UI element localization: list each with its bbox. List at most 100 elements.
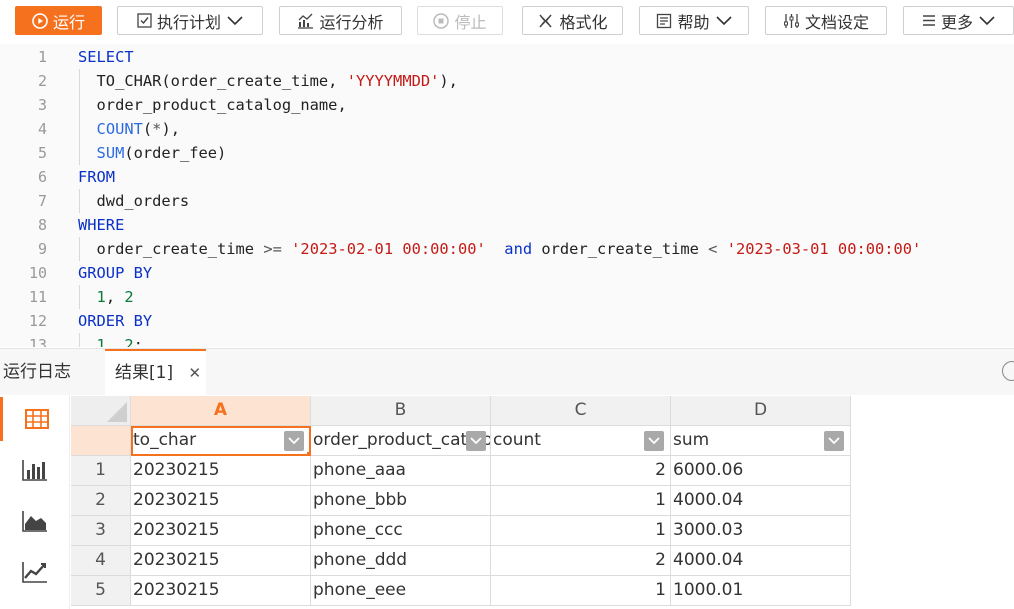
row-number[interactable]: 3	[71, 516, 131, 546]
sql-editor[interactable]: 1 2 3 4 5 6 7 8 9 10 11 12 13 SELECT TO_…	[0, 44, 1014, 347]
dropdown-icon[interactable]	[284, 431, 304, 451]
close-icon[interactable]: ✕	[189, 364, 202, 382]
table-cell[interactable]: phone_bbb	[311, 486, 491, 516]
line-number: 9	[37, 240, 47, 258]
table-cell[interactable]: 3000.03	[671, 516, 851, 546]
tab-run-log-label: 运行日志	[3, 362, 71, 382]
run-button[interactable]: 运行	[15, 6, 102, 35]
table-cell[interactable]: 20230215	[131, 576, 311, 606]
row-number[interactable]: 5	[71, 576, 131, 606]
table-view-icon[interactable]	[0, 397, 70, 441]
line-number: 11	[28, 288, 47, 306]
column-header-c[interactable]: C	[491, 396, 671, 426]
stop-icon	[433, 12, 450, 29]
table-cell[interactable]: phone_ccc	[311, 516, 491, 546]
line-number: 3	[37, 96, 47, 114]
grid-corner[interactable]	[71, 396, 131, 426]
code-line: WHERE	[78, 216, 125, 234]
line-number: 7	[37, 192, 47, 210]
format-label: 格式化	[559, 12, 608, 32]
menu-icon	[922, 14, 936, 27]
table-cell[interactable]: 20230215	[131, 486, 311, 516]
stop-label: 停止	[454, 12, 487, 32]
more-button[interactable]: 更多	[903, 6, 1014, 35]
field-cell-count[interactable]: count	[491, 426, 671, 456]
table-cell[interactable]: 20230215	[131, 516, 311, 546]
doc-settings-label: 文档设定	[804, 12, 869, 32]
line-number: 13	[28, 336, 47, 347]
bar-chart-icon[interactable]	[0, 448, 70, 492]
table-cell[interactable]: 1	[491, 486, 671, 516]
table-cell[interactable]: 20230215	[131, 456, 311, 486]
code-line: FROM	[78, 168, 116, 186]
tab-run-log[interactable]: 运行日志	[3, 349, 98, 396]
code-line: SUM(order_fee)	[96, 144, 227, 162]
area-chart-icon[interactable]	[0, 499, 70, 543]
field-name: order_product_catalog_name	[313, 430, 490, 450]
chevron-down-icon	[979, 15, 995, 26]
line-chart-icon[interactable]	[0, 550, 70, 594]
row-number[interactable]: 4	[71, 546, 131, 576]
code-line: SELECT	[78, 48, 134, 66]
code-line: dwd_orders	[78, 192, 190, 210]
help-button[interactable]: 帮助	[639, 6, 749, 35]
table-cell[interactable]: 20230215	[131, 546, 311, 576]
code-line: 1, 2	[96, 288, 134, 306]
code-line: order_product_catalog_name,	[78, 96, 347, 114]
dropdown-icon[interactable]	[644, 431, 664, 451]
row-number[interactable]: 2	[71, 486, 131, 516]
execution-plan-button[interactable]: 执行计划	[117, 6, 263, 35]
stop-button[interactable]: 停止	[417, 6, 503, 35]
line-number: 12	[28, 312, 47, 330]
tab-result-1[interactable]: 结果[1] ✕	[105, 349, 206, 396]
field-cell-catalog[interactable]: order_product_catalog_name	[311, 426, 491, 456]
table-cell[interactable]: 4000.04	[671, 546, 851, 576]
table-cell[interactable]: 4000.04	[671, 486, 851, 516]
dropdown-icon[interactable]	[466, 431, 486, 451]
field-cell-sum[interactable]: sum	[671, 426, 851, 456]
field-cell-to-char[interactable]: to_char	[131, 426, 311, 456]
help-label: 帮助	[677, 12, 710, 32]
code-line: TO_CHAR(order_create_time, 'YYYYMMDD'),	[78, 72, 458, 90]
field-row-header	[71, 426, 131, 456]
line-number: 8	[37, 216, 47, 234]
execution-plan-label: 执行计划	[156, 12, 221, 32]
column-header-d[interactable]: D	[671, 396, 851, 426]
field-name: count	[493, 430, 541, 450]
table-cell[interactable]: phone_aaa	[311, 456, 491, 486]
code-line: GROUP BY	[78, 264, 153, 282]
more-label: 更多	[940, 12, 973, 32]
column-header-b[interactable]: B	[311, 396, 491, 426]
toolbar: 运行 执行计划 运行分析 停止 格式化 帮助 文档设定 更多	[0, 0, 1014, 42]
code-line: ORDER BY	[78, 312, 153, 330]
run-analysis-button[interactable]: 运行分析	[279, 6, 402, 35]
column-header-a[interactable]: A	[131, 396, 311, 426]
checkbox-icon	[137, 13, 152, 28]
dropdown-icon[interactable]	[824, 431, 844, 451]
code-line: COUNT(*),	[96, 120, 180, 138]
run-label: 运行	[52, 12, 85, 32]
field-name: sum	[673, 430, 710, 450]
code-line: 1, 2;	[96, 336, 143, 347]
format-icon	[537, 13, 554, 29]
chevron-down-icon	[227, 15, 243, 26]
table-cell[interactable]: 6000.06	[671, 456, 851, 486]
table-cell[interactable]: phone_ddd	[311, 546, 491, 576]
doc-settings-button[interactable]: 文档设定	[765, 6, 887, 35]
row-number[interactable]: 1	[71, 456, 131, 486]
table-cell[interactable]: 2	[491, 546, 671, 576]
analysis-chart-icon	[297, 13, 314, 29]
table-cell[interactable]: 1000.01	[671, 576, 851, 606]
result-tab-bar: 运行日志 结果[1] ✕	[0, 348, 1014, 396]
chevron-down-icon	[715, 15, 732, 26]
table-cell[interactable]: 1	[491, 516, 671, 546]
line-number: 6	[37, 168, 47, 186]
result-grid: A B C D to_char order_product_catalog_na…	[71, 396, 851, 609]
table-cell[interactable]: 2	[491, 456, 671, 486]
format-button[interactable]: 格式化	[522, 6, 623, 35]
table-cell[interactable]: phone_eee	[311, 576, 491, 606]
run-analysis-label: 运行分析	[319, 12, 384, 32]
line-number: 10	[28, 264, 47, 282]
help-circle-icon[interactable]	[1002, 361, 1014, 381]
table-cell[interactable]: 1	[491, 576, 671, 606]
